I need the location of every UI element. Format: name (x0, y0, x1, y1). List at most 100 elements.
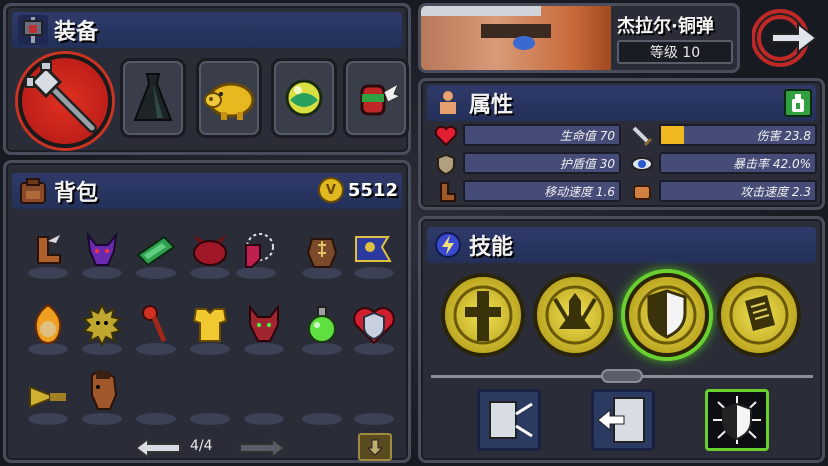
level-text: 等级 10 (649, 45, 701, 61)
damage-fill (661, 126, 685, 144)
lightning-orb-icon (433, 230, 463, 260)
move-speed-bar: 移动速度 1.6 (463, 180, 621, 202)
golden-armor-icon (192, 308, 228, 342)
fire-bell-icon (34, 303, 62, 345)
equipment-header: 装备 (12, 12, 402, 48)
ornament-divider (431, 369, 813, 383)
eye-icon (631, 153, 653, 175)
radiant-shield-icon (713, 396, 761, 444)
potion-button[interactable] (784, 89, 812, 117)
money-stack-icon (136, 235, 176, 267)
download-arrow-icon (366, 439, 384, 456)
banner-item[interactable] (352, 229, 396, 273)
armor-slot[interactable] (120, 58, 186, 138)
sword-icon (631, 125, 653, 147)
orb-slot[interactable] (271, 58, 337, 138)
red-gauntlet-icon (245, 233, 274, 268)
green-potion-icon (308, 306, 336, 343)
spiky-beast-item[interactable] (80, 303, 124, 347)
backpack-panel: 背包 V 5512 4/4 (3, 160, 411, 463)
boot-icon (435, 181, 457, 203)
accessory-slot[interactable] (343, 58, 409, 138)
attack-speed-bar: 攻击速度 2.3 (659, 180, 817, 202)
health-bar: 生命值 70 (463, 124, 621, 146)
cash-item[interactable] (134, 229, 178, 273)
fire-bell-item[interactable] (26, 303, 70, 347)
attributes-header: 属性 (427, 85, 816, 121)
plunger-item[interactable] (134, 303, 178, 347)
cross-icon (453, 285, 513, 345)
gold-coin-icon: V (317, 177, 344, 203)
horse-head-icon (91, 369, 118, 410)
golden-pig-icon (204, 82, 255, 120)
heart-icon (434, 125, 458, 147)
equipment-title: 装备 (54, 20, 99, 45)
equipment-panel: 装备 (3, 3, 411, 155)
skills-panel: 技能 (418, 216, 825, 463)
skill-cross[interactable] (441, 273, 525, 357)
sort-button[interactable] (358, 433, 392, 461)
purple-demon-icon (86, 231, 118, 266)
backpack-title: 背包 (54, 181, 99, 206)
boot-item[interactable] (26, 229, 70, 273)
red-beast-icon (193, 235, 227, 266)
wolf-mask-item[interactable] (242, 303, 286, 347)
fist-icon (631, 181, 653, 203)
damage-bar: 伤害 23.8 (659, 124, 817, 146)
red-beast-item[interactable] (188, 229, 232, 273)
skill-scroll[interactable] (717, 273, 801, 357)
rune-stone-icon (306, 238, 338, 268)
hammer-icon (25, 61, 97, 133)
shield-icon (435, 153, 457, 176)
attributes-title: 属性 (469, 93, 514, 118)
backpack-header: 背包 V 5512 (12, 173, 402, 209)
portrait-frame: 杰拉尔·铜弹 等级 10 (418, 3, 740, 73)
fist-strike-icon (489, 401, 533, 439)
page-indicator: 4/4 (190, 438, 213, 454)
potion-item[interactable] (300, 303, 344, 347)
horn-icon (29, 385, 66, 409)
character-name: 杰拉尔·铜弹 (617, 16, 714, 37)
demon-mask-item[interactable] (80, 229, 124, 273)
heart-shield-icon (353, 307, 395, 345)
skills-title: 技能 (469, 235, 514, 260)
character-portrait (421, 6, 611, 70)
crit-bar: 暴击率 42.0% (659, 152, 817, 174)
spiky-beast-icon (82, 303, 122, 347)
shield-back-icon (597, 397, 645, 443)
gauntlet-item[interactable] (234, 229, 278, 273)
subskill-2[interactable] (591, 389, 655, 451)
arrow-left-icon (134, 437, 181, 459)
armor-stand-icon (18, 15, 48, 45)
winged-cup-icon (360, 82, 402, 116)
golden-armor-item[interactable] (188, 303, 232, 347)
skills-header: 技能 (427, 227, 816, 263)
cloak-icon (133, 73, 173, 121)
horse-mask-item[interactable] (80, 369, 124, 413)
blue-banner-icon (355, 236, 392, 262)
gold-amount: 5512 (347, 179, 398, 201)
arrow-right-icon (239, 437, 286, 459)
warrior-icon (545, 285, 605, 345)
wolf-mask-icon (249, 304, 279, 342)
subskill-1[interactable] (477, 389, 541, 451)
shield-bar: 护盾值 30 (463, 152, 621, 174)
character-silhouette-icon (433, 88, 463, 118)
red-plunger-icon (142, 305, 167, 342)
skill-warrior[interactable] (533, 273, 617, 357)
subskill-3-selected[interactable] (705, 389, 769, 451)
rune-stone-item[interactable] (300, 229, 344, 273)
green-orb-icon (285, 79, 323, 117)
shield-skill-icon (637, 285, 697, 345)
prev-page-arrow[interactable] (134, 437, 182, 459)
skill-shield-selected[interactable] (625, 273, 709, 357)
next-page-arrow[interactable] (238, 437, 286, 459)
winged-scroll-icon (729, 285, 789, 345)
switch-character-button[interactable] (751, 8, 818, 68)
weapon-slot[interactable] (18, 54, 112, 148)
pet-slot[interactable] (196, 58, 262, 138)
heart-shield-item[interactable] (352, 303, 396, 347)
backpack-icon (18, 176, 48, 206)
horn-item[interactable] (26, 375, 70, 419)
attributes-panel: 属性 生命值 70 伤害 23.8 护盾值 30 暴击率 42.0% 移动速度 … (418, 78, 825, 210)
